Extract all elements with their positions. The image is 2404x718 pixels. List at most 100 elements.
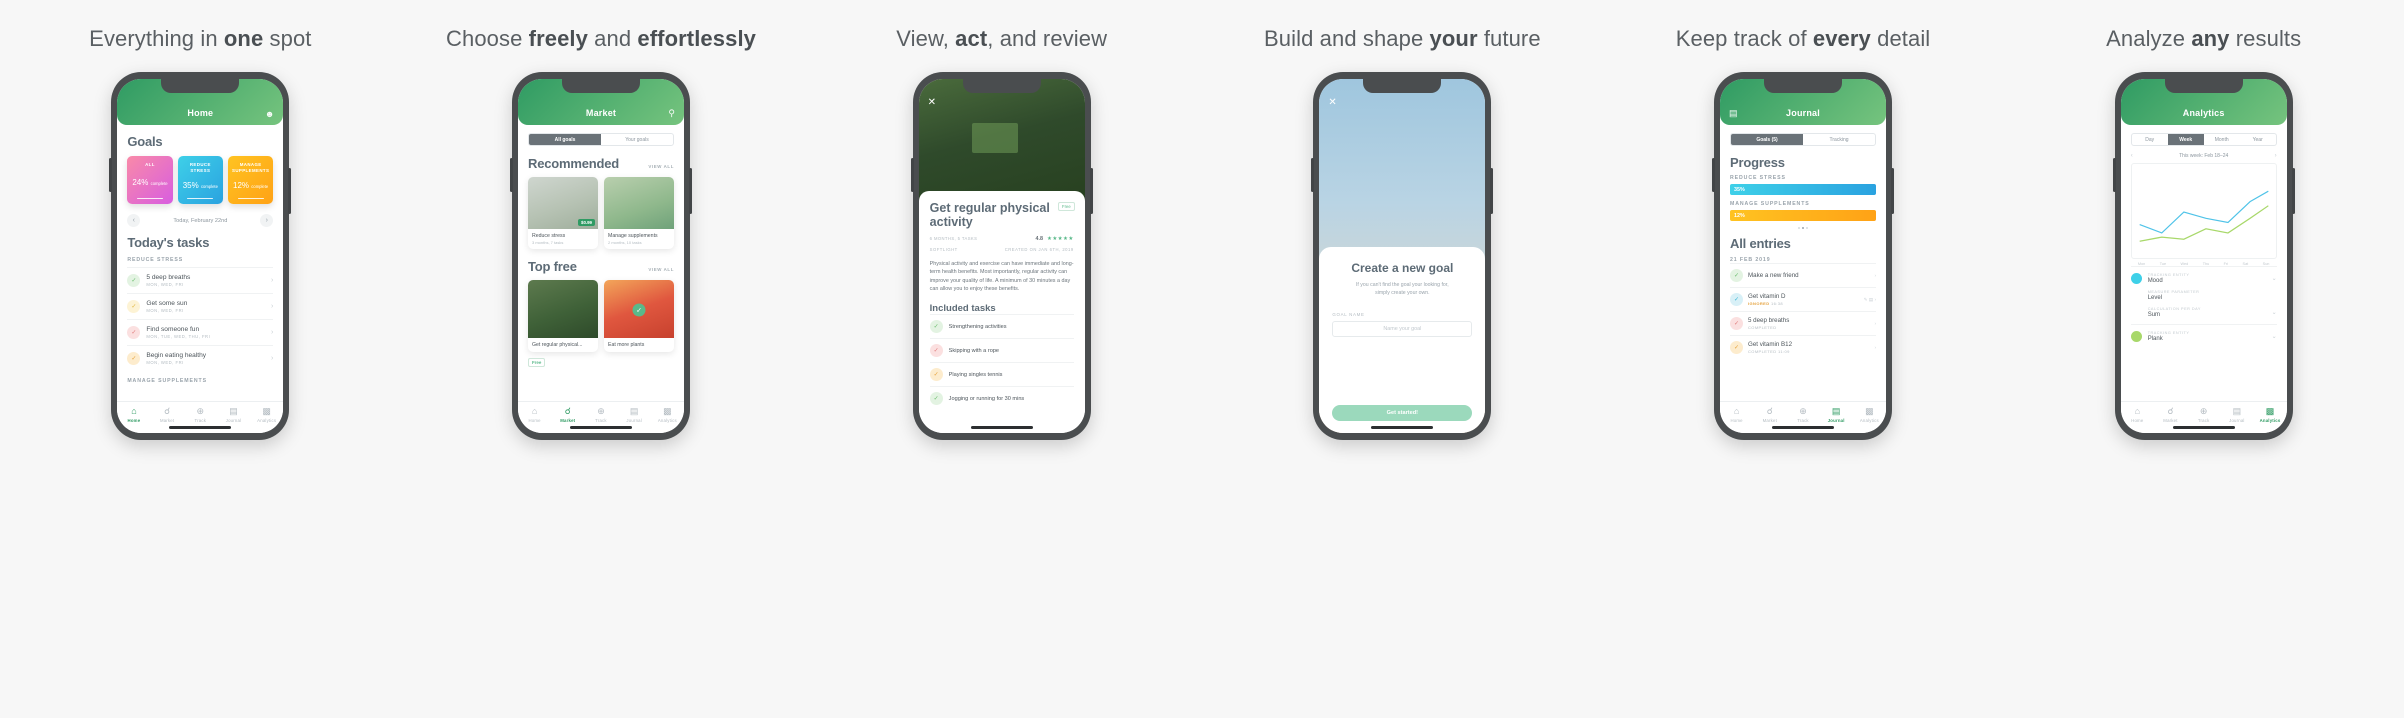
nav-journal[interactable]: ▤ Journal (2220, 405, 2253, 423)
analytics-body: Day Week Month Year ‹ This week: Feb 18–… (2120, 125, 2287, 401)
home-indicator (570, 426, 632, 429)
nav-track[interactable]: ⊕ Track (1786, 406, 1819, 423)
nav-market[interactable]: ☌ Market (1753, 406, 1786, 423)
next-day-button[interactable]: › (260, 214, 274, 227)
included-task-row[interactable]: ✓ Strengthening activities (929, 314, 1074, 338)
next-week-button[interactable]: › (2275, 153, 2277, 159)
range-tabs[interactable]: Day Week Month Year (2130, 133, 2277, 146)
nav-track[interactable]: ⊕ Track (2187, 406, 2220, 423)
segment-tracking[interactable]: Tracking (1803, 134, 1875, 145)
book-icon: ▤ (2232, 405, 2242, 416)
tab-week[interactable]: Week (2167, 134, 2204, 145)
entry-row[interactable]: ✓ Get vitamin D IGNORED 16:38 ✎ ▤ › (1730, 287, 1877, 311)
metric-row[interactable]: TRACKING ENTITY Mood ⌄ (2130, 266, 2277, 290)
journal-segment[interactable]: Goals (5) Tracking (1730, 133, 1877, 146)
person-icon[interactable]: ☻ (265, 109, 274, 119)
entry-actions[interactable]: ✎ ▤ › (1864, 297, 1876, 303)
chevron-right-icon: › (270, 277, 274, 284)
check-icon[interactable]: ✓ (127, 326, 141, 339)
nav-journal[interactable]: ▤ Journal (618, 406, 651, 423)
tab-year[interactable]: Year (2240, 134, 2276, 145)
nav-market[interactable]: ☌ Market (151, 406, 184, 423)
goal-card[interactable]: REDUCE STRESS 35% complete (177, 156, 223, 204)
entry-actions[interactable]: › (1874, 345, 1876, 350)
entry-actions[interactable]: › (1874, 321, 1876, 326)
segment-goals[interactable]: Goals (5) (1731, 134, 1804, 145)
prev-week-button[interactable]: ‹ (2131, 153, 2133, 159)
check-badge-icon: ✓ (632, 303, 646, 317)
nav-home[interactable]: ⌂ Home (1720, 406, 1753, 423)
task-row[interactable]: ✓ Find someone fun MON, TUE, WED, THU, F… (127, 319, 274, 345)
chart-icon: ▩ (262, 405, 271, 416)
prev-day-button[interactable]: ‹ (127, 214, 141, 227)
nav-home[interactable]: ⌂ Home (2121, 406, 2154, 423)
goal-card-list: ALL 24% complete REDUCE STRESS 35% compl… (127, 156, 274, 204)
nav-analytics[interactable]: ▩ Analytics (2253, 406, 2286, 423)
nav-analytics[interactable]: ▩ Analytics (1853, 406, 1886, 423)
metric-label: MEASURE PARAMETER (2147, 290, 2200, 294)
search-icon[interactable]: ⚲ (668, 108, 675, 119)
entry-row[interactable]: ✓ 5 deep breaths COMPLETED › (1730, 311, 1877, 335)
panel-caption: View, act, and review (896, 26, 1108, 51)
entry-row[interactable]: ✓ Make a new friend › (1730, 263, 1877, 287)
chevron-down-icon[interactable]: ⌄ (2272, 333, 2277, 340)
segment-your-goals[interactable]: Your goals (601, 134, 673, 145)
carousel-dots[interactable] (1730, 227, 1876, 229)
goal-filter-segment[interactable]: All goals Your goals (528, 133, 674, 146)
goal-card[interactable]: ALL 24% complete (127, 156, 173, 204)
product-card[interactable]: $0.99 Reduce stress 3 months, 7 tasks (528, 177, 598, 249)
metric-label: TRACKING ENTITY (2147, 273, 2190, 277)
close-icon[interactable]: ✕ (928, 97, 936, 108)
nav-journal[interactable]: ▤ Journal (217, 406, 250, 423)
segment-all-goals[interactable]: All goals (529, 134, 601, 145)
close-icon[interactable]: ✕ (1328, 97, 1336, 108)
included-task-row[interactable]: ✓ Skipping with a rope (929, 338, 1074, 362)
tab-day[interactable]: Day (2132, 134, 2168, 145)
get-started-button[interactable]: Get started! (1332, 405, 1473, 421)
view-all-link[interactable]: VIEW ALL (648, 164, 674, 169)
product-card[interactable]: Get regular physical... (528, 280, 598, 352)
chevron-down-icon[interactable]: ⌄ (2272, 275, 2277, 282)
panel-new-goal: Build and shape your future ✕ Create a n… (1202, 0, 1603, 718)
product-name: Manage supplements (608, 233, 658, 239)
calendar-icon[interactable]: ▤ (1729, 108, 1738, 119)
nav-home[interactable]: ⌂ Home (518, 406, 551, 423)
duration-label: 6 MONTHS, 5 TASKS (929, 236, 978, 242)
nav-analytics[interactable]: ▩ Analytics (250, 405, 283, 423)
product-card[interactable]: ✓ Eat more plants (604, 280, 674, 352)
chevron-down-icon[interactable]: ⌄ (2272, 309, 2277, 316)
panel-home: Everything in one spot Home ☻ Goals ALL … (0, 0, 401, 718)
rating-row: 6 MONTHS, 5 TASKS 4.8 ★★★★★ (930, 236, 1074, 242)
tab-month[interactable]: Month (2204, 134, 2240, 145)
product-card[interactable]: Manage supplements 2 months, 10 tasks (604, 177, 674, 249)
check-icon[interactable]: ✓ (127, 274, 141, 287)
nav-home[interactable]: ⌂ Home (117, 406, 150, 423)
task-row[interactable]: ✓ 5 deep breaths MON, WED, FRI › (127, 267, 274, 293)
metric-row[interactable]: TRACKING ENTITY Plank ⌄ (2130, 324, 2277, 348)
goal-card-name: REDUCE STRESS (189, 162, 211, 173)
goal-name-input[interactable]: Name your goal (1332, 320, 1473, 337)
notch (1764, 79, 1843, 93)
nav-track[interactable]: ⊕ Track (184, 406, 217, 423)
included-task-row[interactable]: ✓ Jogging or running for 30 mins (929, 386, 1074, 410)
nav-journal[interactable]: ▤ Journal (1820, 406, 1853, 423)
entry-row[interactable]: ✓ Get vitamin B12 COMPLETED 11:09 › (1730, 335, 1877, 359)
task-row[interactable]: ✓ Begin eating healthy MON, WED, FRI › (127, 345, 274, 371)
nav-track[interactable]: ⊕ Track (584, 406, 617, 423)
nav-market[interactable]: ☌ Market (2154, 406, 2187, 423)
series-mood (2139, 190, 2269, 234)
goal-card[interactable]: MANAGE SUPPLEMENTS 12% complete (227, 156, 274, 204)
check-icon[interactable]: ✓ (127, 352, 141, 365)
nav-analytics[interactable]: ▩ Analytics (651, 406, 684, 423)
goal-card-percent: 12% complete (233, 181, 269, 191)
task-row[interactable]: ✓ Get some sun MON, WED, FRI › (127, 293, 274, 319)
entry-actions[interactable]: › (1874, 273, 1876, 278)
view-all-link[interactable]: VIEW ALL (648, 267, 674, 272)
tasks-heading: Today's tasks (127, 235, 210, 250)
analytics-chart[interactable] (2130, 163, 2277, 259)
nav-market[interactable]: ☌ Market (551, 406, 584, 423)
included-task-row[interactable]: ✓ Playing singles tennis (929, 362, 1074, 386)
check-icon[interactable]: ✓ (127, 300, 141, 313)
metric-row[interactable]: MEASURE PARAMETER Level (2131, 290, 2277, 307)
metric-row[interactable]: CALCULATION PER DAY Sum ⌄ (2131, 307, 2277, 324)
